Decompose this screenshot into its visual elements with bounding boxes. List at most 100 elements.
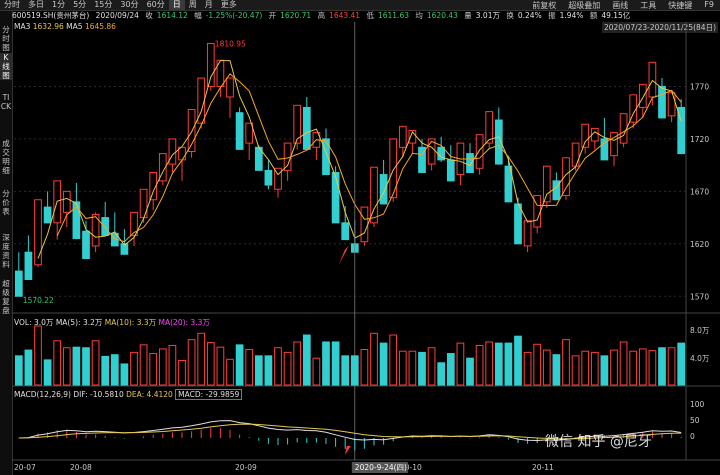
volume-bar — [590, 351, 599, 386]
period-tab-1[interactable]: 多日 — [24, 0, 48, 10]
x-tick-1: 20-08 — [70, 463, 92, 472]
cursor-date-box — [351, 462, 408, 473]
candle-body — [677, 106, 686, 155]
volume-bar — [101, 355, 110, 386]
macd-tick-0: 100 — [690, 400, 705, 409]
period-tab-7[interactable]: 日 — [168, 0, 185, 10]
sidebar-item-1[interactable]: K线图 — [0, 53, 12, 80]
volume-bar — [197, 332, 206, 386]
candle-body — [82, 230, 90, 259]
volume-bar — [418, 351, 426, 386]
tool-item-5[interactable]: F9 — [698, 0, 720, 11]
volume-bar — [398, 350, 407, 386]
volume-bar — [245, 348, 254, 386]
candle-body — [667, 92, 676, 117]
arrow-marker-2 — [344, 446, 351, 455]
quote-info-bar: 600519.SH(贵州茅台) 2020/09/24 收 1614.12 幅 -1.… — [12, 11, 720, 21]
tool-item-1[interactable]: 超级叠加 — [562, 0, 606, 11]
open-label: 开 — [268, 11, 277, 20]
volume-bar — [149, 353, 158, 386]
date-range[interactable]: 2020/07/23-2020/11/25(84日) — [601, 22, 718, 33]
low-marker: 1570.22 — [23, 296, 54, 305]
arrow-marker — [338, 245, 349, 265]
ma5-line — [56, 73, 682, 243]
candle-body — [120, 243, 129, 255]
tool-item-0[interactable]: 前复权 — [526, 0, 562, 11]
candle-body — [197, 77, 206, 124]
volume-bar — [312, 357, 321, 386]
price-tick-3: 1620 — [690, 240, 709, 249]
sidebar-item-2[interactable]: TICK — [0, 93, 12, 111]
candle-body — [475, 134, 484, 169]
candle-body — [427, 138, 436, 165]
period-tab-9[interactable]: 月 — [201, 0, 217, 10]
sidebar-item-5[interactable]: 深度资料 — [0, 233, 12, 269]
vol-tick-1: 4.0万 — [690, 354, 710, 363]
tool-item-3[interactable]: 工具 — [634, 0, 662, 11]
candle-body — [168, 138, 177, 165]
volume-bar — [293, 341, 302, 386]
candle-body — [72, 201, 81, 240]
candle-body — [494, 119, 503, 165]
volume-bar — [475, 344, 484, 386]
period-tab-3[interactable]: 5分 — [69, 0, 90, 10]
candle-body — [91, 213, 100, 247]
volume-bar — [456, 342, 465, 386]
volume-bar — [629, 350, 638, 386]
volume-bar — [379, 342, 388, 386]
ma-legend: MA3 1632.96 MA5 1645.86 — [14, 22, 116, 31]
volume-bar — [274, 347, 282, 386]
candle-body — [398, 125, 407, 148]
candle-body — [62, 190, 71, 213]
sidebar-item-3[interactable]: 成交明细 — [0, 139, 12, 175]
sidebar-item-0[interactable]: 分时图 — [0, 25, 12, 52]
quote-date: 2020/09/24 — [95, 11, 139, 20]
amp-value: 1.94% — [559, 11, 584, 20]
vol-ma20: MA(20): 3.3万 — [158, 318, 210, 327]
candle-body — [456, 142, 465, 176]
candle-body — [14, 270, 23, 297]
volume-bar — [638, 348, 647, 386]
period-tab-5[interactable]: 30分 — [116, 0, 142, 10]
volume-bar — [43, 359, 52, 386]
turn-label: 换 — [506, 11, 514, 20]
candle-body — [283, 142, 292, 171]
high-marker: 1810.95 — [215, 39, 246, 48]
volume-bar — [485, 341, 494, 386]
price-tick-2: 1670 — [690, 187, 709, 196]
candle-body — [293, 104, 302, 144]
period-tab-4[interactable]: 15分 — [90, 0, 116, 10]
period-tab-2[interactable]: 1分 — [48, 0, 69, 10]
candle-body — [322, 138, 330, 176]
period-tab-10[interactable]: 更多 — [217, 0, 241, 10]
candle-body — [610, 132, 618, 157]
period-tab-6[interactable]: 60分 — [143, 0, 169, 10]
volume-bar — [562, 339, 570, 386]
sidebar-item-6[interactable]: 超级复盘 — [0, 279, 12, 315]
price-chart[interactable]: 1810.95 1570.22 1770 1720 1670 1620 1570 8.0万 4.… — [0, 0, 720, 475]
candle-body — [581, 123, 590, 148]
period-tab-8[interactable]: 周 — [185, 0, 201, 10]
volume-bar — [91, 340, 100, 386]
candle-body — [370, 166, 378, 224]
volume-bar — [504, 342, 513, 386]
volume-bar — [389, 334, 398, 386]
candle-body — [523, 220, 532, 247]
macd-tick-1: 50 — [690, 416, 700, 425]
candle-body — [53, 180, 62, 224]
volume-bar — [216, 346, 225, 386]
tool-item-2[interactable]: 画线 — [606, 0, 634, 11]
ma5-label: MA5 — [66, 22, 83, 31]
volume-bar — [226, 358, 234, 386]
chg-label: 幅 — [194, 11, 202, 20]
period-tab-0[interactable]: 分时 — [0, 0, 24, 10]
volume-bar — [120, 363, 129, 386]
volume-bar — [648, 350, 657, 386]
candle-body — [302, 106, 311, 150]
volume-bar — [619, 341, 628, 386]
sidebar-item-4[interactable]: 分价表 — [0, 189, 12, 216]
tool-item-4[interactable]: 快捷键 — [662, 0, 698, 11]
ma3-label: MA3 — [14, 22, 31, 31]
candle-body — [504, 165, 513, 203]
volume-bar — [437, 362, 446, 386]
